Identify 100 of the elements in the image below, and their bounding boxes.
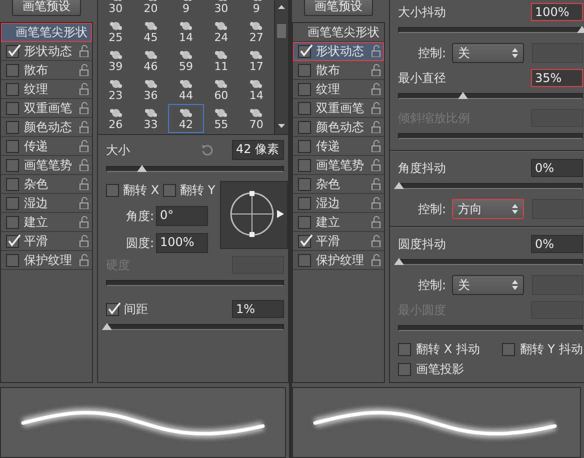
lock-icon[interactable] <box>79 121 89 133</box>
brush-tip[interactable]: 59 <box>168 46 204 75</box>
lock-icon[interactable] <box>371 197 381 209</box>
slider-track[interactable] <box>398 325 583 331</box>
reset-icon[interactable] <box>200 143 214 157</box>
settings-list-item[interactable]: 建立 <box>293 213 384 232</box>
brush-tip[interactable]: 55 <box>204 104 239 133</box>
checkbox[interactable] <box>163 184 176 196</box>
lock-icon[interactable] <box>79 235 89 247</box>
settings-list-item[interactable]: 湿边 <box>293 194 384 213</box>
settings-list-item[interactable]: 颜色动态 <box>1 118 92 137</box>
brush-presets-button[interactable]: 画笔预设 <box>304 0 373 16</box>
slider-track[interactable] <box>106 280 284 286</box>
checkbox[interactable] <box>298 102 311 114</box>
checkbox[interactable] <box>398 342 411 356</box>
settings-list-item[interactable]: 形状动态 <box>1 42 92 61</box>
checkbox[interactable] <box>298 234 311 248</box>
slider-thumb[interactable] <box>394 182 404 189</box>
brush-tip[interactable]: 70 <box>238 104 274 133</box>
brush-tip[interactable]: 24 <box>204 17 239 46</box>
checkbox[interactable] <box>6 234 19 248</box>
settings-list-item[interactable]: 湿边 <box>1 194 92 213</box>
settings-list-item[interactable]: 形状动态 <box>293 42 384 61</box>
lock-icon[interactable] <box>371 83 381 95</box>
settings-list-item[interactable]: 画笔笔势 <box>293 156 384 175</box>
control-dropdown[interactable]: 方向 <box>452 199 524 219</box>
lock-icon[interactable] <box>79 216 89 228</box>
brush-tip[interactable]: 30 <box>204 0 239 17</box>
checkbox[interactable] <box>6 196 19 210</box>
brush-tip[interactable]: 9 <box>238 0 274 17</box>
lock-icon[interactable] <box>79 45 89 57</box>
slider-track[interactable] <box>398 27 583 33</box>
checkbox[interactable] <box>6 254 19 266</box>
value-field[interactable]: 42 像素 <box>232 140 284 160</box>
checkbox[interactable] <box>6 102 19 114</box>
brush-tip[interactable]: 45 <box>133 17 168 46</box>
value-field[interactable]: 1% <box>232 300 284 318</box>
brush-tip[interactable]: 33 <box>133 104 168 133</box>
lock-icon[interactable] <box>79 197 89 209</box>
lock-icon[interactable] <box>79 64 89 76</box>
settings-list-item[interactable]: 平滑 <box>1 232 92 251</box>
lock-icon[interactable] <box>79 83 89 95</box>
lock-icon[interactable] <box>371 178 381 190</box>
slider-thumb[interactable] <box>137 165 148 172</box>
settings-list-item[interactable]: 双重画笔 <box>1 99 92 118</box>
slider-track[interactable] <box>398 133 583 139</box>
checkbox[interactable] <box>106 184 119 196</box>
control-dropdown[interactable]: 关 <box>452 43 524 63</box>
checkbox[interactable] <box>298 196 311 210</box>
brush-tip[interactable]: 36 <box>133 75 168 104</box>
checkbox[interactable] <box>298 254 311 266</box>
checkbox[interactable] <box>298 64 311 76</box>
value-field[interactable]: 0% <box>531 235 583 253</box>
checkbox[interactable] <box>6 120 19 134</box>
settings-list-item[interactable]: 散布 <box>293 61 384 80</box>
settings-list-item[interactable]: 保护纹理 <box>1 251 92 270</box>
checkbox[interactable] <box>6 216 19 228</box>
lock-icon[interactable] <box>371 121 381 133</box>
brush-tip[interactable]: 14 <box>168 17 204 46</box>
lock-icon[interactable] <box>371 102 381 114</box>
slider-thumb[interactable] <box>102 323 112 330</box>
lock-icon[interactable] <box>371 140 381 152</box>
settings-list-item[interactable]: 散布 <box>1 61 92 80</box>
scrollbar[interactable] <box>274 0 288 134</box>
brush-tip[interactable]: 14 <box>238 75 274 104</box>
checkbox[interactable] <box>298 158 311 172</box>
slider-track[interactable] <box>398 93 583 99</box>
brush-tip[interactable]: 44 <box>168 75 204 104</box>
brush-tip[interactable]: 60 <box>204 75 239 104</box>
checkbox[interactable] <box>298 178 311 190</box>
control-dropdown[interactable]: 关 <box>452 275 524 295</box>
settings-list-item[interactable]: 画笔笔尖形状 <box>1 23 92 42</box>
settings-list-item[interactable]: 画笔笔势 <box>1 156 92 175</box>
brush-tip[interactable]: 27 <box>238 17 274 46</box>
settings-list-item[interactable]: 纹理 <box>293 80 384 99</box>
lock-icon[interactable] <box>79 140 89 152</box>
settings-list-item[interactable]: 杂色 <box>293 175 384 194</box>
lock-icon[interactable] <box>79 102 89 114</box>
checkbox[interactable] <box>398 362 411 376</box>
checkbox[interactable] <box>106 302 119 316</box>
lock-icon[interactable] <box>371 216 381 228</box>
lock-icon[interactable] <box>79 159 89 171</box>
checkbox[interactable] <box>6 140 19 152</box>
slider-track[interactable] <box>106 166 284 172</box>
settings-list-item[interactable]: 双重画笔 <box>293 99 384 118</box>
settings-list-item[interactable]: 杂色 <box>1 175 92 194</box>
value-field[interactable]: 0° <box>156 206 208 226</box>
checkbox[interactable] <box>502 342 515 356</box>
settings-list-item[interactable]: 建立 <box>1 213 92 232</box>
brush-tip[interactable]: 39 <box>98 46 134 75</box>
value-field[interactable]: 0% <box>531 159 583 177</box>
checkbox[interactable] <box>6 64 19 76</box>
settings-list-item[interactable]: 保护纹理 <box>293 251 384 270</box>
checkbox[interactable] <box>6 158 19 172</box>
lock-icon[interactable] <box>371 254 381 266</box>
checkbox[interactable] <box>298 216 311 228</box>
settings-list-item[interactable]: 颜色动态 <box>293 118 384 137</box>
lock-icon[interactable] <box>79 254 89 266</box>
settings-list-item[interactable]: 传递 <box>1 137 92 156</box>
checkbox[interactable] <box>6 44 19 58</box>
